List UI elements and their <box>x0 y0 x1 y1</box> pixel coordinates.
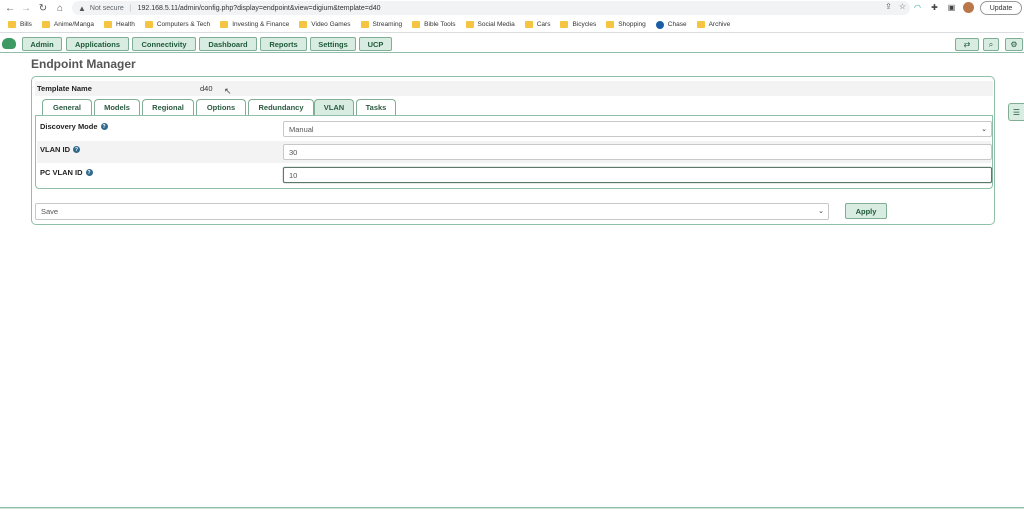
vlan-id-label: VLAN ID? <box>40 145 80 154</box>
bookmarks-bar: Bills Anime/Manga Health Computers & Tec… <box>0 17 1024 33</box>
folder-icon <box>144 21 153 28</box>
bookmark-star-icon[interactable]: ☆ <box>899 2 906 11</box>
search-icon[interactable]: ⌕ <box>983 38 999 51</box>
folder-icon <box>560 21 569 28</box>
folder-icon <box>465 21 474 28</box>
bookmark-computers-tech[interactable]: Computers & Tech <box>144 21 210 28</box>
reload-icon[interactable]: ↻ <box>36 1 50 15</box>
bookmark-bicycles[interactable]: Bicycles <box>560 21 596 28</box>
nav-connectivity[interactable]: Connectivity <box>132 37 196 51</box>
chase-icon <box>655 20 664 29</box>
folder-icon <box>524 21 533 28</box>
warning-icon: ▲ <box>78 3 86 13</box>
nav-ucp[interactable]: UCP <box>359 37 392 51</box>
sidepanel-icon[interactable]: ▣ <box>946 2 957 13</box>
gear-icon[interactable]: ⚙ <box>1005 38 1023 51</box>
bookmark-investing-finance[interactable]: Investing & Finance <box>220 21 289 28</box>
tab-tasks[interactable]: Tasks <box>356 99 396 115</box>
freepbx-logo-icon[interactable] <box>2 38 16 49</box>
extension-icon[interactable]: ◠ <box>912 2 923 13</box>
chevron-down-icon: ⌄ <box>818 208 824 215</box>
update-button[interactable]: Update <box>980 1 1022 15</box>
pc-vlan-id-label: PC VLAN ID? <box>40 168 93 177</box>
nav-admin[interactable]: Admin <box>22 37 62 51</box>
tab-general[interactable]: General <box>42 99 92 115</box>
bookmark-video-games[interactable]: Video Games <box>299 21 351 28</box>
bookmark-anime-manga[interactable]: Anime/Manga <box>41 21 94 28</box>
pc-vlan-id-row: PC VLAN ID? 10 <box>37 164 992 186</box>
page-title: Endpoint Manager <box>31 57 136 71</box>
back-icon[interactable]: ← <box>3 1 17 15</box>
bookmark-archive[interactable]: Archive <box>696 21 730 28</box>
nav-applications[interactable]: Applications <box>66 37 129 51</box>
vlan-id-input[interactable]: 30 <box>283 144 992 160</box>
bookmark-social-media[interactable]: Social Media <box>465 21 515 28</box>
share-icon[interactable]: ⇪ <box>885 2 892 11</box>
url-text: 192.168.5.11/admin/config.php?display=en… <box>137 4 381 12</box>
bookmark-shopping[interactable]: Shopping <box>606 21 646 28</box>
template-name-value: d40 <box>200 84 213 93</box>
vlan-tab-content: Discovery Mode? Manual ⌄ VLAN ID? 30 PC V… <box>35 115 993 189</box>
endpoint-panel: Template Name d40 ↖ General Models Regio… <box>31 76 995 225</box>
tab-options[interactable]: Options <box>196 99 246 115</box>
template-name-row: Template Name d40 ↖ <box>35 81 993 96</box>
apply-button[interactable]: Apply <box>845 203 887 219</box>
tab-regional[interactable]: Regional <box>142 99 194 115</box>
app-nav: Admin Applications Connectivity Dashboar… <box>0 36 1024 53</box>
help-icon[interactable]: ? <box>85 169 93 176</box>
forward-icon[interactable]: → <box>19 1 33 15</box>
folder-icon <box>104 21 113 28</box>
address-bar[interactable]: ▲ Not secure | 192.168.5.11/admin/config… <box>72 1 910 15</box>
discovery-mode-label: Discovery Mode? <box>40 122 108 131</box>
folder-icon <box>299 21 308 28</box>
language-icon[interactable]: ⇄ <box>955 38 979 51</box>
tab-vlan[interactable]: VLAN <box>314 99 354 115</box>
discovery-mode-row: Discovery Mode? Manual ⌄ <box>37 118 992 140</box>
puzzle-icon[interactable]: ✚ <box>929 2 940 13</box>
mouse-cursor-icon: ↖ <box>224 86 232 96</box>
profile-avatar[interactable] <box>963 2 974 13</box>
chevron-down-icon: ⌄ <box>981 126 987 133</box>
tab-redundancy[interactable]: Redundancy <box>248 99 314 115</box>
save-select[interactable]: Save ⌄ <box>35 203 829 220</box>
vlan-id-row: VLAN ID? 30 <box>37 141 992 163</box>
bookmark-chase[interactable]: Chase <box>655 20 687 29</box>
not-secure-label: Not secure <box>89 4 124 12</box>
folder-icon <box>220 21 229 28</box>
bookmark-bible-tools[interactable]: Bible Tools <box>412 21 456 28</box>
folder-icon <box>412 21 421 28</box>
folder-icon <box>8 21 16 28</box>
folder-icon <box>360 21 369 28</box>
help-icon[interactable]: ? <box>73 146 80 153</box>
nav-reports[interactable]: Reports <box>260 37 307 51</box>
home-icon[interactable]: ⌂ <box>53 1 67 15</box>
url-separator: | <box>129 4 132 12</box>
nav-settings[interactable]: Settings <box>310 37 356 51</box>
bookmark-streaming[interactable]: Streaming <box>360 21 402 28</box>
browser-toolbar: ← → ↻ ⌂ ▲ Not secure | 192.168.5.11/admi… <box>0 0 1024 17</box>
bookmark-cars[interactable]: Cars <box>524 21 550 28</box>
help-icon[interactable]: ? <box>100 123 108 130</box>
folder-icon <box>606 21 615 28</box>
folder-icon <box>696 21 705 28</box>
discovery-mode-select[interactable]: Manual ⌄ <box>283 121 992 137</box>
side-list-icon[interactable]: ☰ <box>1008 103 1024 121</box>
folder-icon <box>41 21 50 28</box>
nav-dashboard[interactable]: Dashboard <box>199 37 257 51</box>
bookmark-health[interactable]: Health <box>104 21 135 28</box>
tab-models[interactable]: Models <box>94 99 140 115</box>
template-name-label: Template Name <box>37 84 92 93</box>
bookmark-bills[interactable]: Bills <box>8 21 32 28</box>
pc-vlan-id-input[interactable]: 10 <box>283 167 992 183</box>
footer-divider <box>0 507 1024 509</box>
